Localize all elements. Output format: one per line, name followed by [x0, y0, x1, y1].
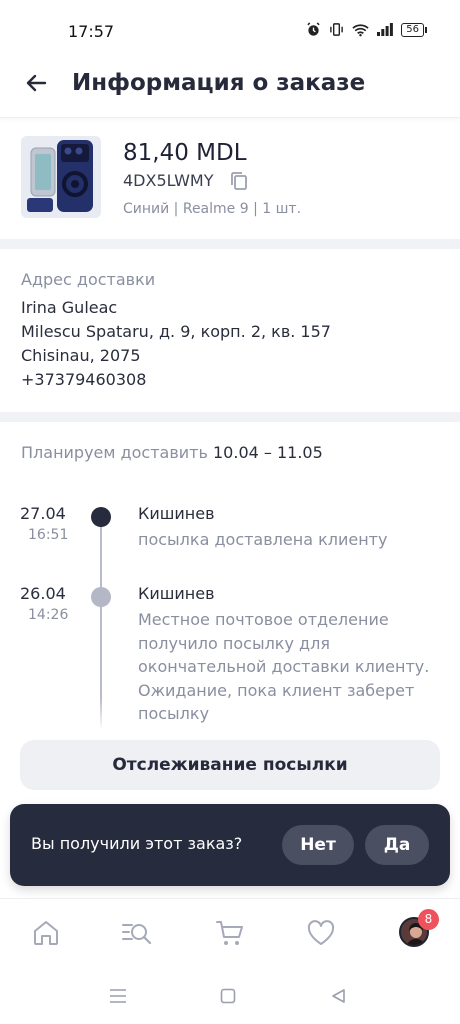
recipient-name: Irina Guleac [21, 298, 118, 317]
nav-cart[interactable] [214, 917, 246, 949]
back-system-button[interactable] [328, 986, 348, 1006]
section-divider [0, 412, 460, 422]
delivery-estimate: Планируем доставить 10.04 – 11.05 [21, 443, 323, 462]
home-icon [34, 921, 58, 945]
search-catalog-icon [122, 924, 152, 945]
recipient-phone: +37379460308 [21, 370, 147, 389]
bottom-nav [0, 898, 460, 970]
event-description: Местное почтовое отделение получило посы… [138, 610, 430, 723]
event-date: 26.04 [20, 584, 66, 603]
order-received-prompt: Вы получили этот заказ? Нет Да [10, 804, 450, 886]
event-dot [91, 587, 111, 607]
copy-icon [231, 172, 247, 190]
wifi-icon [352, 23, 369, 36]
phone-case-image [21, 136, 101, 218]
signal-icon [377, 23, 394, 36]
order-received-question: Вы получили этот заказ? [31, 834, 243, 853]
address-city: Chisinau, 2075 [21, 346, 141, 365]
order-price: 81,40 MDL [123, 140, 247, 166]
menu-lines-icon [110, 989, 126, 1003]
square-icon [220, 988, 236, 1004]
battery-indicator: 56 [401, 22, 427, 37]
event-date: 27.04 [20, 504, 66, 523]
vibrate-icon [330, 23, 344, 36]
system-nav-bar [0, 970, 460, 1024]
delivery-estimate-label: Планируем доставить [21, 443, 208, 462]
triangle-back-icon [332, 989, 345, 1003]
event-dot [91, 507, 111, 527]
cart-icon [216, 921, 243, 945]
event-city: Кишинев [138, 584, 215, 603]
product-image[interactable] [21, 136, 101, 218]
copy-order-code-button[interactable] [228, 170, 250, 192]
section-divider [0, 239, 460, 249]
recent-apps-button[interactable] [108, 986, 128, 1006]
delivery-estimate-dates: 10.04 – 11.05 [213, 443, 323, 462]
status-time: 17:57 [68, 22, 115, 41]
home-system-button[interactable] [218, 986, 238, 1006]
status-icons: 56 [306, 22, 427, 37]
nav-home[interactable] [30, 917, 62, 949]
order-code: 4DX5LWMY [123, 171, 214, 190]
track-parcel-button[interactable]: Отслеживание посылки [20, 740, 440, 790]
arrow-left-icon [26, 74, 47, 92]
yes-button[interactable]: Да [365, 825, 429, 865]
timeline-line [100, 515, 102, 730]
profile-notification-badge: 8 [418, 909, 439, 930]
status-bar: 17:57 56 [0, 0, 460, 60]
event-time: 14:26 [28, 607, 69, 623]
event-description: посылка доставлена клиенту [138, 530, 388, 549]
nav-catalog-search[interactable] [121, 917, 153, 949]
event-city: Кишинев [138, 504, 215, 523]
product-variant: Синий | Realme 9 | 1 шт. [123, 201, 302, 217]
address-label: Адрес доставки [21, 270, 156, 289]
order-product[interactable]: 81,40 MDL 4DX5LWMY Синий | Realme 9 | 1 … [0, 124, 460, 238]
back-button[interactable] [22, 69, 50, 97]
address-street: Milescu Spataru, д. 9, корп. 2, кв. 157 [21, 322, 331, 341]
page-header: Информация о заказе [0, 60, 460, 118]
page-title: Информация о заказе [72, 70, 366, 96]
no-button[interactable]: Нет [282, 825, 354, 865]
alarm-icon [307, 22, 320, 36]
nav-wishlist[interactable] [305, 917, 337, 949]
delivery-address: Адрес доставки Irina Guleac Milescu Spat… [21, 270, 441, 392]
heart-icon [307, 920, 335, 945]
event-time: 16:51 [28, 527, 69, 543]
